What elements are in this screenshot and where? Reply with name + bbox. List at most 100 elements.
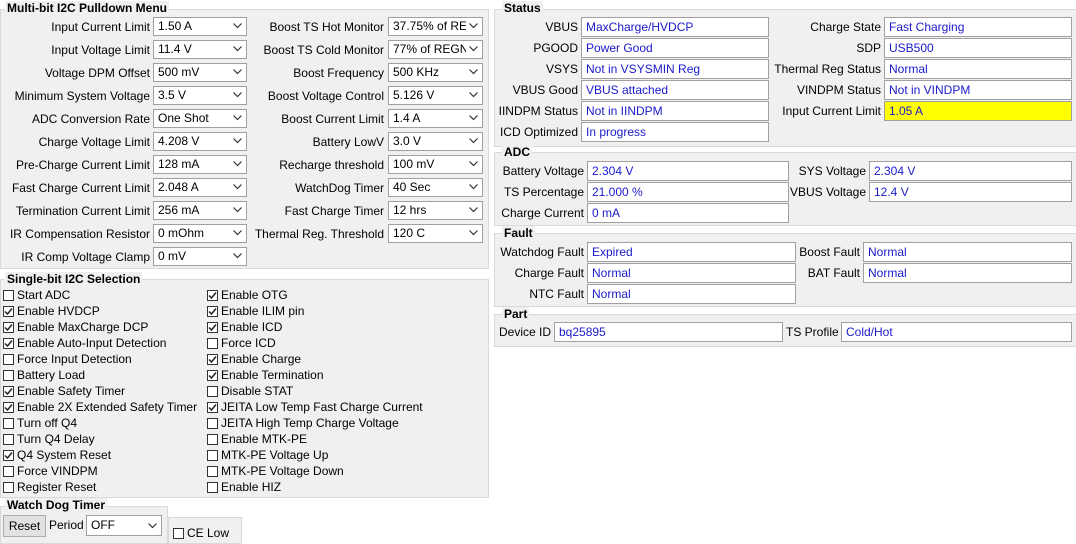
checkbox-box[interactable] <box>207 418 218 429</box>
fast-charge-timer-label: Fast Charge Timer <box>284 204 384 218</box>
mtk-pe-voltage-up-label: MTK-PE Voltage Up <box>221 448 329 462</box>
enable-2x-extended-safety-timer-label: Enable 2X Extended Safety Timer <box>17 400 198 414</box>
checkbox-box[interactable] <box>3 418 14 429</box>
force-input-detection-checkbox[interactable]: Force Input Detection <box>3 351 132 367</box>
charge-current-label: Charge Current <box>501 206 584 220</box>
enable-safety-timer-checkbox[interactable]: Enable Safety Timer <box>3 383 125 399</box>
turn-off-q4-checkbox[interactable]: Turn off Q4 <box>3 415 77 431</box>
period-select[interactable]: OFF <box>86 515 162 536</box>
charge-fault-field: Normal <box>587 263 796 283</box>
checkbox-box[interactable] <box>207 370 218 381</box>
checkbox-box[interactable] <box>3 306 14 317</box>
fast-charge-timer-select[interactable]: 12 hrs <box>388 201 483 220</box>
checkbox-box[interactable] <box>207 386 218 397</box>
enable-safety-timer-label: Enable Safety Timer <box>17 384 126 398</box>
battery-load-checkbox[interactable]: Battery Load <box>3 367 85 383</box>
watchdog-timer-select[interactable]: 40 Sec <box>388 178 483 197</box>
termination-current-limit-select[interactable]: 256 mA <box>153 201 247 220</box>
adc-conversion-rate-select[interactable]: One Shot <box>153 109 247 128</box>
jeita-low-temp-fast-charge-current-checkbox[interactable]: JEITA Low Temp Fast Charge Current <box>207 399 423 415</box>
checkbox-box[interactable] <box>3 482 14 493</box>
disable-stat-checkbox[interactable]: Disable STAT <box>207 383 293 399</box>
checkbox-box[interactable] <box>3 322 14 333</box>
checkbox-box[interactable] <box>207 482 218 493</box>
input-current-limit-select[interactable]: 1.50 A <box>153 17 247 36</box>
force-icd-checkbox[interactable]: Force ICD <box>207 335 276 351</box>
watchdog-reset-button[interactable]: Reset <box>3 515 46 537</box>
turn-q4-delay-checkbox[interactable]: Turn Q4 Delay <box>3 431 95 447</box>
checkbox-box[interactable] <box>207 402 218 413</box>
jeita-low-temp-fast-charge-current-label: JEITA Low Temp Fast Charge Current <box>221 400 423 414</box>
input-current-limit-label: Input Current Limit <box>782 104 881 118</box>
recharge-threshold-select[interactable]: 100 mV <box>388 155 483 174</box>
boost-ts-cold-monitor-value: 77% of REGN <box>393 42 469 56</box>
boost-frequency-select[interactable]: 500 KHz <box>388 63 483 82</box>
enable-auto-input-detection-checkbox[interactable]: Enable Auto-Input Detection <box>3 335 166 351</box>
ir-compensation-resistor-select[interactable]: 0 mOhm <box>153 224 247 243</box>
chevron-down-icon <box>466 133 482 150</box>
fast-charge-timer-value: 12 hrs <box>393 203 427 217</box>
checkbox-box[interactable] <box>207 338 218 349</box>
boost-ts-cold-monitor-select[interactable]: 77% of REGN <box>388 40 483 59</box>
checkbox-box[interactable] <box>3 450 14 461</box>
fast-charge-current-limit-select[interactable]: 2.048 A <box>153 178 247 197</box>
q4-system-reset-checkbox[interactable]: Q4 System Reset <box>3 447 111 463</box>
checkbox-box[interactable] <box>207 354 218 365</box>
force-vindpm-checkbox[interactable]: Force VINDPM <box>3 463 98 479</box>
checkbox-box[interactable] <box>3 354 14 365</box>
checkbox-box[interactable] <box>3 290 14 301</box>
chevron-down-icon <box>230 202 246 219</box>
checkbox-box[interactable] <box>207 466 218 477</box>
checkbox-box[interactable] <box>207 450 218 461</box>
checkbox-box[interactable] <box>3 466 14 477</box>
mtk-pe-voltage-down-checkbox[interactable]: MTK-PE Voltage Down <box>207 463 344 479</box>
enable-2x-extended-safety-timer-checkbox[interactable]: Enable 2X Extended Safety Timer <box>3 399 197 415</box>
boost-voltage-control-select[interactable]: 5.126 V <box>388 86 483 105</box>
checkbox-box[interactable] <box>207 306 218 317</box>
start-adc-checkbox[interactable]: Start ADC <box>3 287 70 303</box>
input-voltage-limit-select[interactable]: 11.4 V <box>153 40 247 59</box>
thermal-reg-threshold-select[interactable]: 120 C <box>388 224 483 243</box>
checkbox-box[interactable] <box>3 434 14 445</box>
voltage-dpm-offset-select[interactable]: 500 mV <box>153 63 247 82</box>
checkbox-box[interactable] <box>3 338 14 349</box>
chevron-down-icon <box>230 41 246 58</box>
enable-ilim-pin-checkbox[interactable]: Enable ILIM pin <box>207 303 304 319</box>
jeita-high-temp-charge-voltage-checkbox[interactable]: JEITA High Temp Charge Voltage <box>207 415 399 431</box>
checkbox-box[interactable] <box>3 370 14 381</box>
pre-charge-current-limit-select[interactable]: 128 mA <box>153 155 247 174</box>
singlebit-title: Single-bit I2C Selection <box>5 272 143 286</box>
vsys-label: VSYS <box>545 62 578 76</box>
enable-ilim-pin-label: Enable ILIM pin <box>221 304 305 318</box>
checkbox-box[interactable] <box>207 290 218 301</box>
checkbox-box[interactable] <box>3 402 14 413</box>
enable-maxcharge-dcp-checkbox[interactable]: Enable MaxCharge DCP <box>3 319 148 335</box>
watchdog-timer-value: 40 Sec <box>393 180 431 194</box>
enable-otg-checkbox[interactable]: Enable OTG <box>207 287 288 303</box>
enable-icd-label: Enable ICD <box>221 320 283 334</box>
enable-charge-label: Enable Charge <box>221 352 302 366</box>
charge-voltage-limit-select[interactable]: 4.208 V <box>153 132 247 151</box>
force-vindpm-label: Force VINDPM <box>17 464 98 478</box>
enable-charge-checkbox[interactable]: Enable Charge <box>207 351 301 367</box>
disable-stat-label: Disable STAT <box>221 384 294 398</box>
checkbox-box[interactable] <box>173 528 184 539</box>
enable-hvdcp-checkbox[interactable]: Enable HVDCP <box>3 303 100 319</box>
boost-ts-hot-monitor-select[interactable]: 37.75% of REGN <box>388 17 483 36</box>
ir-comp-voltage-clamp-select[interactable]: 0 mV <box>153 247 247 266</box>
battery-lowv-select[interactable]: 3.0 V <box>388 132 483 151</box>
ce-low-checkbox[interactable]: CE Low <box>173 525 229 541</box>
chevron-down-icon <box>230 18 246 35</box>
mtk-pe-voltage-up-checkbox[interactable]: MTK-PE Voltage Up <box>207 447 328 463</box>
enable-termination-checkbox[interactable]: Enable Termination <box>207 367 324 383</box>
checkbox-box[interactable] <box>207 434 218 445</box>
vbus-label: VBUS <box>545 20 578 34</box>
enable-mtk-pe-checkbox[interactable]: Enable MTK-PE <box>207 431 307 447</box>
boost-current-limit-select[interactable]: 1.4 A <box>388 109 483 128</box>
enable-icd-checkbox[interactable]: Enable ICD <box>207 319 282 335</box>
checkbox-box[interactable] <box>207 322 218 333</box>
minimum-system-voltage-select[interactable]: 3.5 V <box>153 86 247 105</box>
register-reset-checkbox[interactable]: Register Reset <box>3 479 96 495</box>
checkbox-box[interactable] <box>3 386 14 397</box>
enable-hiz-checkbox[interactable]: Enable HIZ <box>207 479 281 495</box>
